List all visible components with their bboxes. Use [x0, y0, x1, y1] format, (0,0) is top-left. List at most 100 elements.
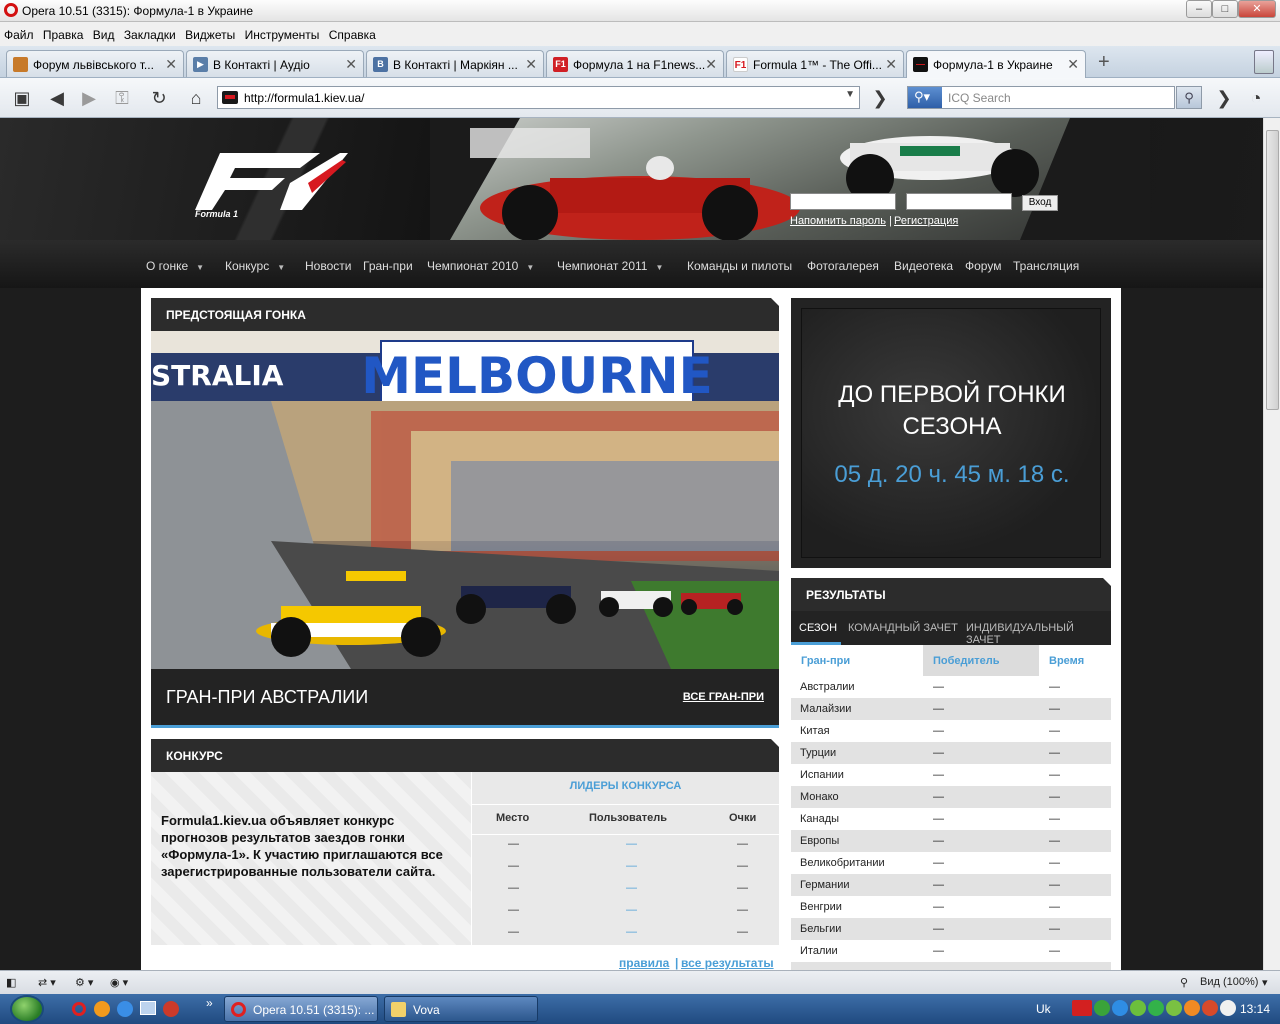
f1-logo[interactable]: Formula 1 — [190, 148, 350, 218]
nav-item-video[interactable]: Видеотека — [894, 259, 953, 273]
quicklaunch-more-chevron[interactable]: » — [206, 996, 213, 1010]
leader-user-link[interactable]: — — [626, 838, 637, 850]
login-input[interactable] — [790, 193, 896, 210]
tray-clover-icon[interactable] — [1148, 1000, 1164, 1016]
nav-item-broadcast[interactable]: Трансляция — [1013, 259, 1079, 273]
results-col-time[interactable]: Время — [1049, 655, 1084, 667]
tab-formula1-official[interactable]: F1 Formula 1™ - The Offi... ✕ — [726, 50, 904, 77]
new-tab-button[interactable]: + — [1098, 51, 1110, 74]
race-photo[interactable]: MELBOURNE STRALIA — [151, 331, 779, 669]
results-col-winner[interactable]: Победитель — [933, 655, 1000, 667]
ie-quicklaunch-icon[interactable] — [117, 1001, 133, 1017]
window-titlebar[interactable]: Opera 10.51 (3315): Формула-1 в Украине … — [0, 0, 1280, 22]
tray-network-icon[interactable] — [1220, 1000, 1236, 1016]
results-gp[interactable]: Великобритании — [800, 857, 885, 869]
zoom-dropdown-icon[interactable]: ▾ — [1262, 976, 1268, 989]
contest-rules-link[interactable]: правила — [619, 956, 669, 970]
tab-close-icon[interactable]: ✕ — [525, 56, 537, 73]
zoom-icon[interactable]: ⚲ — [1180, 976, 1188, 989]
results-gp[interactable]: Бельгии — [800, 923, 841, 935]
taskbar-opera-window[interactable]: Opera 10.51 (3315): ... — [224, 996, 378, 1022]
zoom-level[interactable]: Вид (100%) — [1200, 976, 1258, 988]
results-gp[interactable]: Малайзии — [800, 703, 851, 715]
menu-help[interactable]: Справка — [325, 22, 376, 42]
url-dropdown-icon[interactable]: ▼ — [845, 89, 855, 100]
register-link[interactable]: Регистрация — [894, 215, 958, 227]
tab-team-standings[interactable]: КОМАНДНЫЙ ЗАЧЕТ — [848, 622, 958, 634]
password-input[interactable] — [906, 193, 1012, 210]
tray-app-icon[interactable] — [1166, 1000, 1182, 1016]
nav-item-grand-prix[interactable]: Гран-при — [363, 259, 413, 273]
reload-icon[interactable]: ↻ — [147, 86, 171, 110]
results-gp[interactable]: Германии — [800, 879, 850, 891]
panel-toggle-icon[interactable]: ◧ — [6, 976, 16, 989]
system-clock[interactable]: 13:14 — [1240, 1002, 1270, 1016]
tab-vk-audio[interactable]: ▶ В Контакті | Аудіо ✕ — [186, 50, 364, 77]
nav-item-about-race[interactable]: О гонке ▼ — [146, 259, 204, 273]
address-field[interactable]: http://formula1.kiev.ua/ ▼ — [217, 86, 860, 109]
results-gp[interactable]: Италии — [800, 945, 838, 957]
search-engine-icon[interactable]: ⚲▾ — [908, 87, 942, 108]
close-window-button[interactable]: ✕ — [1238, 0, 1276, 18]
app-quicklaunch-icon[interactable] — [163, 1001, 179, 1017]
home-icon[interactable]: ⌂ — [184, 86, 208, 110]
nav-item-forum[interactable]: Форум — [965, 259, 1001, 273]
leader-user-link[interactable]: — — [626, 904, 637, 916]
save-icon[interactable]: ▣ — [10, 86, 34, 110]
minimize-button[interactable]: – — [1186, 0, 1212, 18]
language-indicator[interactable]: Uk — [1036, 1002, 1051, 1016]
go-icon[interactable]: ❯ — [868, 86, 892, 110]
leader-user-link[interactable]: — — [626, 860, 637, 872]
tab-f1news[interactable]: F1 Формула 1 на F1news... ✕ — [546, 50, 724, 77]
menu-edit[interactable]: Правка — [39, 22, 84, 42]
page-viewport[interactable]: Formula 1 Вход Напомнить пароль | Регист… — [0, 118, 1263, 970]
leader-user-link[interactable]: — — [626, 882, 637, 894]
nav-item-championship-2010[interactable]: Чемпионат 2010 ▼ — [427, 259, 534, 273]
aimp-quicklaunch-icon[interactable] — [94, 1001, 110, 1017]
tab-vk-markiyan[interactable]: B В Контакті | Маркіян ... ✕ — [366, 50, 544, 77]
scrollbar-thumb[interactable] — [1266, 130, 1279, 410]
results-gp[interactable]: Китая — [800, 725, 830, 737]
results-gp[interactable]: Австралии — [800, 681, 855, 693]
tab-close-icon[interactable]: ✕ — [1067, 56, 1079, 73]
key-icon[interactable]: ⚿ — [110, 86, 134, 110]
tab-close-icon[interactable]: ✕ — [345, 56, 357, 73]
tray-skype-icon[interactable] — [1112, 1000, 1128, 1016]
opera-quicklaunch-icon[interactable] — [72, 1002, 86, 1016]
results-gp[interactable]: Канады — [800, 813, 839, 825]
leaders-title[interactable]: ЛИДЕРЫ КОНКУРСА — [472, 780, 779, 792]
nav-item-contest[interactable]: Конкурс ▼ — [225, 259, 285, 273]
results-gp[interactable]: Турции — [800, 747, 836, 759]
tab-close-icon[interactable]: ✕ — [705, 56, 717, 73]
search-field[interactable]: ⚲▾ ICQ Search — [907, 86, 1175, 109]
tab-close-icon[interactable]: ✕ — [165, 56, 177, 73]
tab-lviv-forum[interactable]: Форум львівського т... ✕ — [6, 50, 184, 77]
history-clock-icon[interactable]: ◔ — [1244, 86, 1268, 110]
forward-icon[interactable]: ▶ — [77, 86, 101, 110]
tray-check-icon[interactable] — [1130, 1000, 1146, 1016]
tab-driver-standings[interactable]: ИНДИВИДУАЛЬНЫЙ ЗАЧЕТ — [966, 622, 1111, 646]
results-col-gp[interactable]: Гран-при — [801, 655, 850, 667]
back-icon[interactable]: ◀ — [45, 86, 69, 110]
race-name[interactable]: ГРАН-ПРИ АВСТРАЛИИ — [166, 687, 368, 708]
results-gp[interactable]: Монако — [800, 791, 839, 803]
chevron-right-icon[interactable]: ❯ — [1212, 86, 1236, 110]
leader-user-link[interactable]: — — [626, 926, 637, 938]
menu-widgets[interactable]: Виджеты — [181, 22, 235, 42]
tray-update-icon[interactable] — [1184, 1000, 1200, 1016]
nav-item-news[interactable]: Новости — [305, 259, 351, 273]
trash-icon[interactable] — [1254, 50, 1274, 74]
results-gp[interactable]: Европы — [800, 835, 839, 847]
nav-item-teams-drivers[interactable]: Команды и пилоты — [687, 259, 792, 273]
menu-view[interactable]: Вид — [89, 22, 115, 42]
menu-tools[interactable]: Инструменты — [241, 22, 320, 42]
tray-antivirus-icon[interactable] — [1072, 1000, 1092, 1016]
tab-season[interactable]: СЕЗОН — [799, 622, 837, 634]
desktop-quicklaunch-icon[interactable] — [140, 1001, 156, 1015]
tab-close-icon[interactable]: ✕ — [885, 56, 897, 73]
taskbar-folder-window[interactable]: Vova — [384, 996, 538, 1022]
menu-bookmarks[interactable]: Закладки — [120, 22, 176, 42]
results-gp[interactable]: Венгрии — [800, 901, 842, 913]
sync-icon[interactable]: ⇄ ▾ — [38, 976, 56, 989]
tray-icq-icon[interactable] — [1094, 1000, 1110, 1016]
